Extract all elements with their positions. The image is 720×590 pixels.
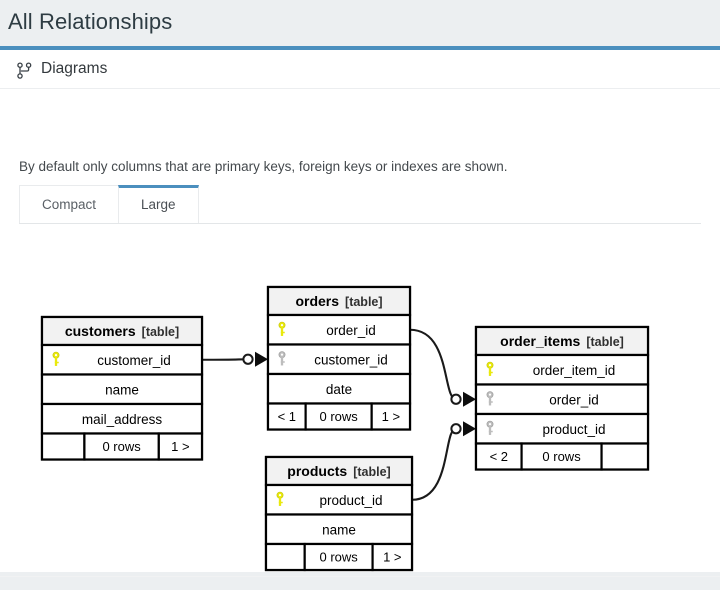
er-table-nodes: customers [table] customer_idname mail_addr… xyxy=(40,285,650,572)
er-footer-label: 1 > xyxy=(171,439,189,454)
er-column-label: product_id xyxy=(542,422,605,437)
page-title: All Relationships xyxy=(8,9,173,34)
er-link-arrowhead xyxy=(463,421,476,437)
er-footer-label: < 2 xyxy=(490,449,508,464)
er-diagram-canvas[interactable]: customers [table] customer_idname mail_addr… xyxy=(0,224,720,584)
er-footer-label: 0 rows xyxy=(319,409,358,424)
er-column-label: name xyxy=(322,522,356,537)
er-link-path xyxy=(409,328,457,401)
tab-compact-label: Compact xyxy=(42,197,97,212)
er-relationship xyxy=(201,351,268,367)
footer-divider xyxy=(0,576,720,577)
er-table-name: products [table] xyxy=(287,463,390,479)
er-footer-label: < 1 xyxy=(278,409,296,424)
er-table-name: customers [table] xyxy=(65,323,179,339)
er-footer-label: 1 > xyxy=(383,550,401,565)
er-link-circle-marker xyxy=(242,353,254,365)
er-link-arrowhead xyxy=(255,351,268,367)
er-table-name: order_items [table] xyxy=(500,333,624,349)
er-column-label: customer_id xyxy=(97,353,171,368)
er-diagram[interactable]: customers [table] customer_idname mail_addr… xyxy=(0,224,720,584)
er-column-label: date xyxy=(326,382,352,397)
er-table-order_items[interactable]: order_items [table] order_item_id order_idp… xyxy=(474,325,650,471)
er-relationship xyxy=(409,328,476,407)
er-table-customers[interactable]: customers [table] customer_idname mail_addr… xyxy=(40,315,204,461)
er-column-label: name xyxy=(105,382,139,397)
er-column-label: customer_id xyxy=(314,352,388,367)
er-footer-label: 0 rows xyxy=(319,550,358,565)
er-link-circle-marker xyxy=(450,393,462,405)
er-footer-label: 1 > xyxy=(382,409,400,424)
er-footer-cell[interactable] xyxy=(600,442,650,471)
er-column-label: product_id xyxy=(319,493,382,508)
er-column-label: order_id xyxy=(326,323,376,338)
diagram-description: By default only columns that are primary… xyxy=(19,159,508,174)
card-header-title: Diagrams xyxy=(41,60,108,77)
er-column-label: mail_address xyxy=(82,412,163,427)
tab-large[interactable]: Large xyxy=(118,185,199,223)
tab-compact[interactable]: Compact xyxy=(19,185,120,223)
er-column-label: order_item_id xyxy=(533,363,616,378)
er-link-circle-marker xyxy=(450,423,462,435)
project-diagram-icon xyxy=(17,61,32,79)
er-table-products[interactable]: products [table] product_idname 0 rows 1 > xyxy=(264,455,414,572)
er-column-label: order_id xyxy=(549,392,599,407)
er-footer-label: 0 rows xyxy=(102,439,141,454)
er-footer-label: 0 rows xyxy=(542,449,581,464)
er-table-name: orders [table] xyxy=(295,293,382,309)
card-header: Diagrams xyxy=(0,50,720,89)
page-root: All Relationships Diagrams By default on… xyxy=(0,0,720,590)
er-link-path xyxy=(411,427,457,501)
er-relationship xyxy=(411,421,476,501)
er-link-arrowhead xyxy=(463,391,476,407)
er-footer-cell[interactable] xyxy=(40,432,86,461)
tab-large-label: Large xyxy=(141,197,176,212)
diagrams-card: Diagrams By default only columns that ar… xyxy=(0,46,720,577)
diagram-size-tabs: Compact Large xyxy=(19,185,701,224)
er-table-orders[interactable]: orders [table] order_id customer_iddate < 1 0… xyxy=(266,285,412,431)
er-footer-cell[interactable] xyxy=(264,542,306,572)
er-link-path xyxy=(201,358,249,361)
